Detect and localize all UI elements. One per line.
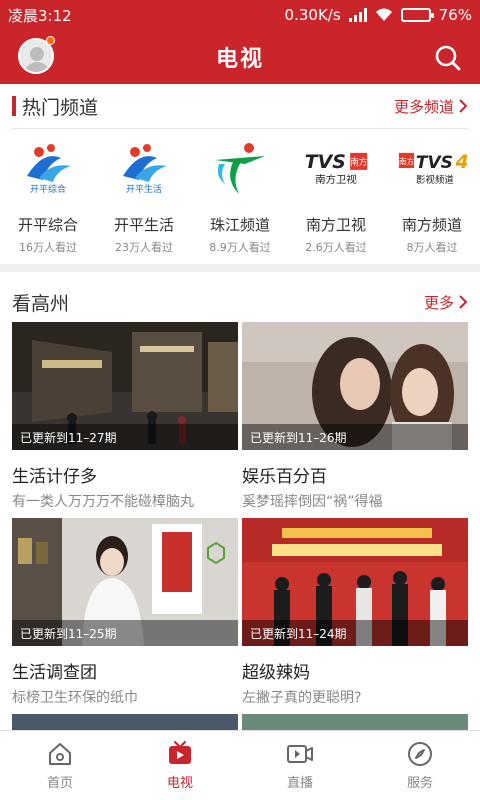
program-title: 生活调查团 — [12, 663, 97, 683]
more-local-label: 更多 — [423, 293, 454, 312]
channel-item[interactable]: TVS 南方 南方卫视 南方卫视 2.6万人看过 — [288, 140, 384, 260]
svg-text:开平生活: 开平生活 — [126, 183, 162, 195]
page-title: 电视 — [215, 47, 264, 72]
program-desc: 标榜卫生环保的纸巾 — [12, 690, 138, 706]
channel-views: 23万人看过 — [115, 241, 173, 254]
svg-text:4: 4 — [455, 151, 467, 173]
notification-dot — [46, 36, 55, 45]
program-update-caption: 已更新到11–27期 — [12, 424, 238, 450]
svg-text:TVS: TVS — [416, 153, 453, 173]
more-local-link[interactable]: 更多 — [424, 292, 468, 313]
nav-label: 服务 — [406, 776, 433, 791]
nav-home[interactable]: 首页 — [0, 731, 120, 800]
program-card[interactable]: 已更新到11–24期 超级辣妈 左撇子真的更聪明? — [242, 518, 468, 707]
svg-text:TVS: TVS — [305, 151, 346, 173]
channel-item[interactable]: 珠江频道 8.9万人看过 — [192, 140, 288, 260]
channel-name: 南方频道 — [401, 216, 462, 234]
bottom-nav: 首页 电视 直播 服务 — [0, 730, 480, 800]
program-update-caption: 已更新到11–26期 — [242, 424, 468, 450]
divider — [12, 128, 468, 129]
svg-text:南方卫视: 南方卫视 — [315, 173, 357, 186]
network-speed: 0.30K/s — [284, 6, 341, 24]
program-update-caption: 已更新到11–24期 — [242, 620, 468, 646]
local-header: 看高州 更多 — [0, 278, 480, 326]
channel-views: 8万人看过 — [406, 241, 458, 254]
channel-views: 2.6万人看过 — [305, 241, 367, 254]
home-icon — [49, 743, 71, 765]
chevron-right-icon — [459, 99, 468, 113]
search-icon[interactable] — [434, 44, 462, 72]
channel-name: 珠江频道 — [209, 216, 270, 234]
channel-name: 南方卫视 — [305, 216, 366, 234]
program-title: 生活计仔多 — [12, 467, 97, 487]
chevron-right-icon — [459, 295, 468, 309]
local-title: 看高州 — [12, 292, 70, 315]
program-title: 娱乐百分百 — [242, 467, 327, 487]
program-update-caption: 已更新到11–25期 — [12, 620, 238, 646]
channel-item[interactable]: 开平生活 开平生活 23万人看过 — [96, 140, 192, 260]
hot-channels-title: 热门频道 — [22, 96, 99, 119]
channel-name: 开平生活 — [113, 216, 174, 234]
channel-views: 16万人看过 — [19, 241, 77, 254]
channel-item[interactable]: 南方 TVS 4 影视频道 南方频道 8万人看过 — [384, 140, 480, 260]
nav-tv[interactable]: 电视 — [120, 731, 240, 800]
svg-text:开平综合: 开平综合 — [30, 183, 66, 195]
more-channels-label: 更多频道 — [393, 97, 454, 116]
svg-text:南方: 南方 — [399, 156, 415, 166]
battery-icon — [400, 8, 434, 22]
section-marker — [12, 96, 16, 116]
battery-percent: 76% — [438, 6, 472, 24]
nanfang-weishi-logo: TVS 南方 南方卫视 — [301, 140, 371, 196]
channel-item[interactable]: 开平综合 开平综合 16万人看过 — [0, 140, 96, 260]
nanfang-pindao-logo: 南方 TVS 4 影视频道 — [397, 140, 467, 196]
channel-name: 开平综合 — [17, 216, 78, 234]
channel-list: 开平综合 开平综合 16万人看过 开平生活 开平生活 23万人看过 珠江频道 8… — [0, 140, 480, 260]
more-channels-link[interactable]: 更多频道 — [394, 96, 468, 117]
svg-text:南方: 南方 — [350, 157, 367, 168]
status-bar: 凌晨3:12 0.30K/s 76% — [0, 0, 480, 30]
wifi-icon — [375, 8, 392, 21]
program-thumbnail: 已更新到11–25期 — [12, 518, 238, 646]
program-desc: 有一类人万万万不能碰樟脑丸 — [12, 494, 194, 510]
zhujiang-logo — [205, 140, 275, 196]
kaiping-shenghuo-logo: 开平生活 — [109, 140, 179, 196]
program-card[interactable]: 已更新到11–26期 娱乐百分百 奚梦瑶摔倒因“祸”得福 — [242, 322, 468, 511]
hot-channels-header: 热门频道 更多频道 — [0, 84, 480, 128]
nav-label: 直播 — [286, 776, 313, 791]
program-desc: 左撇子真的更聪明? — [242, 690, 362, 706]
svg-text:影视频道: 影视频道 — [416, 174, 454, 186]
program-card[interactable]: 已更新到11–27期 生活计仔多 有一类人万万万不能碰樟脑丸 — [12, 322, 238, 511]
tv-icon — [169, 741, 191, 764]
status-time: 凌晨3:12 — [8, 6, 72, 25]
compass-icon — [408, 742, 432, 766]
program-thumbnail: 已更新到11–26期 — [242, 322, 468, 450]
nav-label: 首页 — [46, 776, 73, 791]
section-gap — [0, 264, 480, 272]
signal-icon — [348, 8, 367, 22]
kaiping-zonghe-logo: 开平综合 — [13, 140, 83, 196]
program-thumbnail: 已更新到11–24期 — [242, 518, 468, 646]
program-title: 超级辣妈 — [242, 663, 310, 683]
nav-label: 电视 — [166, 776, 193, 791]
app-screen: 凌晨3:12 0.30K/s 76% 电视 热门频道 更多频道 开平综合 开平综… — [0, 0, 480, 800]
program-desc: 奚梦瑶摔倒因“祸”得福 — [242, 494, 383, 510]
program-thumbnail: 已更新到11–27期 — [12, 322, 238, 450]
nav-service[interactable]: 服务 — [360, 731, 480, 800]
nav-live[interactable]: 直播 — [240, 731, 360, 800]
program-card[interactable]: 已更新到11–25期 生活调查团 标榜卫生环保的纸巾 — [12, 518, 238, 707]
live-icon — [287, 745, 313, 763]
channel-views: 8.9万人看过 — [209, 241, 271, 254]
title-bar: 电视 — [0, 30, 480, 84]
